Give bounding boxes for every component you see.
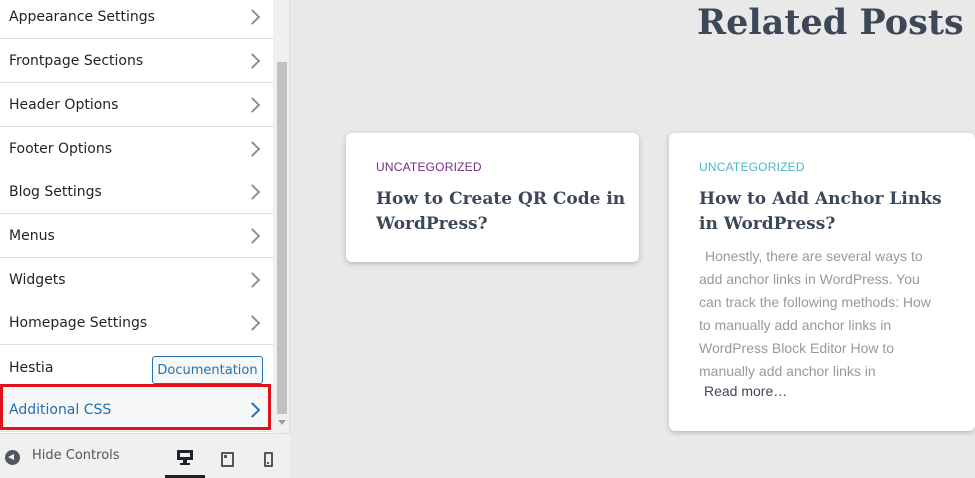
site-preview: Related Posts UNCATEGORIZED How to Creat… (291, 0, 975, 478)
chevron-right-icon (244, 401, 261, 418)
post-card: UNCATEGORIZED How to Add Anchor Links in… (669, 133, 975, 431)
panel-header-options[interactable]: Header Options (0, 83, 273, 127)
post-title-link[interactable]: How to Create QR Code in WordPress? (376, 187, 626, 237)
panel-label: Header Options (9, 96, 119, 113)
mobile-icon (263, 452, 273, 467)
sidebar-scrollbar[interactable] (275, 0, 289, 433)
panel-label: Widgets (9, 271, 66, 288)
scrollbar-thumb[interactable] (277, 62, 287, 414)
tablet-icon (220, 452, 234, 467)
panel-label: Appearance Settings (9, 8, 155, 25)
panel-label: Additional CSS (9, 401, 112, 418)
chevron-right-icon (244, 96, 261, 113)
chevron-right-icon (244, 140, 261, 157)
panel-additional-css[interactable]: Additional CSS (0, 388, 273, 432)
preview-desktop-button[interactable] (165, 440, 205, 478)
panel-blog-settings[interactable]: Blog Settings (0, 170, 273, 214)
panel-footer-options[interactable]: Footer Options (0, 127, 273, 171)
panel-appearance-settings[interactable]: Appearance Settings (0, 0, 273, 39)
desktop-icon (177, 450, 193, 465)
panel-frontpage-sections[interactable]: Frontpage Sections (0, 39, 273, 83)
documentation-button[interactable]: Documentation (152, 356, 263, 384)
panel-label: Footer Options (9, 140, 113, 157)
chevron-right-icon (244, 314, 261, 331)
chevron-right-icon (244, 227, 261, 244)
post-title-link[interactable]: How to Add Anchor Links in WordPress? (699, 187, 961, 237)
related-posts-title: Related Posts (697, 2, 964, 43)
customizer-footer: Hide Controls (0, 433, 290, 478)
preview-tablet-button[interactable] (207, 440, 247, 478)
chevron-right-icon (244, 52, 261, 69)
panel-label: Menus (9, 227, 55, 244)
panel-label: Homepage Settings (9, 314, 148, 331)
hide-controls-button[interactable]: Hide Controls (32, 448, 120, 463)
scroll-down-arrow-icon[interactable] (278, 420, 286, 425)
panel-widgets[interactable]: Widgets (0, 258, 273, 302)
panel-homepage-settings[interactable]: Homepage Settings (0, 301, 273, 345)
post-excerpt: Honestly, there are several ways to add … (699, 248, 931, 379)
post-category-link[interactable]: UNCATEGORIZED (376, 160, 482, 174)
panel-label: Blog Settings (9, 183, 102, 200)
chevron-right-icon (244, 271, 261, 288)
panel-label: Frontpage Sections (9, 52, 144, 69)
hestia-label: Hestia (9, 360, 54, 376)
panel-menus[interactable]: Menus (0, 214, 273, 258)
post-category-link[interactable]: UNCATEGORIZED (699, 160, 805, 174)
collapse-arrow-icon[interactable] (5, 450, 20, 465)
post-card: UNCATEGORIZED How to Create QR Code in W… (346, 133, 639, 262)
preview-mobile-button[interactable] (248, 440, 288, 478)
read-more-link[interactable]: Read more… (704, 383, 787, 399)
chevron-right-icon (244, 183, 261, 200)
chevron-right-icon (244, 8, 261, 25)
customizer-panel-list: Appearance Settings Frontpage Sections H… (0, 0, 273, 433)
customizer-sidebar: Appearance Settings Frontpage Sections H… (0, 0, 290, 478)
